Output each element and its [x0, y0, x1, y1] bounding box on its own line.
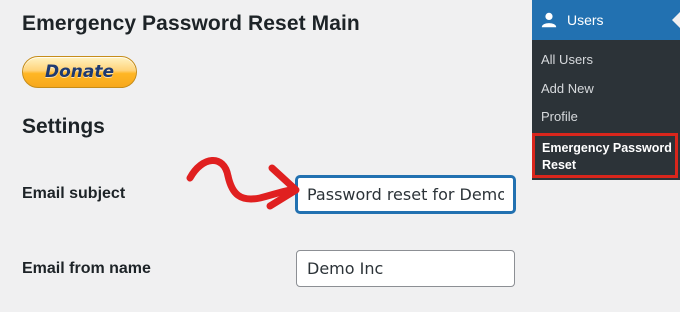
- donate-button-label: Donate: [44, 62, 115, 82]
- settings-page: Emergency Password Reset Main Donate Set…: [0, 0, 680, 312]
- email-subject-input[interactable]: [296, 176, 515, 213]
- email-subject-label: Email subject: [22, 185, 126, 202]
- sidebar-item-users-label: Users: [567, 12, 604, 28]
- email-from-name-label: Email from name: [22, 260, 151, 277]
- submenu-emergency-password-reset[interactable]: Emergency Password Reset: [532, 133, 678, 178]
- settings-heading: Settings: [22, 115, 105, 138]
- submenu-add-new[interactable]: Add New: [541, 81, 594, 96]
- annotation-arrow-icon: [186, 157, 300, 210]
- user-icon: [541, 12, 557, 28]
- page-title: Emergency Password Reset Main: [22, 12, 360, 35]
- submenu-profile[interactable]: Profile: [541, 109, 578, 124]
- submenu-emergency-password-reset-label: Emergency Password Reset: [542, 141, 672, 172]
- email-from-name-input[interactable]: [296, 250, 515, 287]
- submenu-all-users[interactable]: All Users: [541, 52, 593, 67]
- sidebar-item-users[interactable]: Users: [532, 0, 680, 40]
- active-menu-pointer: [672, 12, 680, 28]
- donate-button[interactable]: Donate: [22, 56, 137, 88]
